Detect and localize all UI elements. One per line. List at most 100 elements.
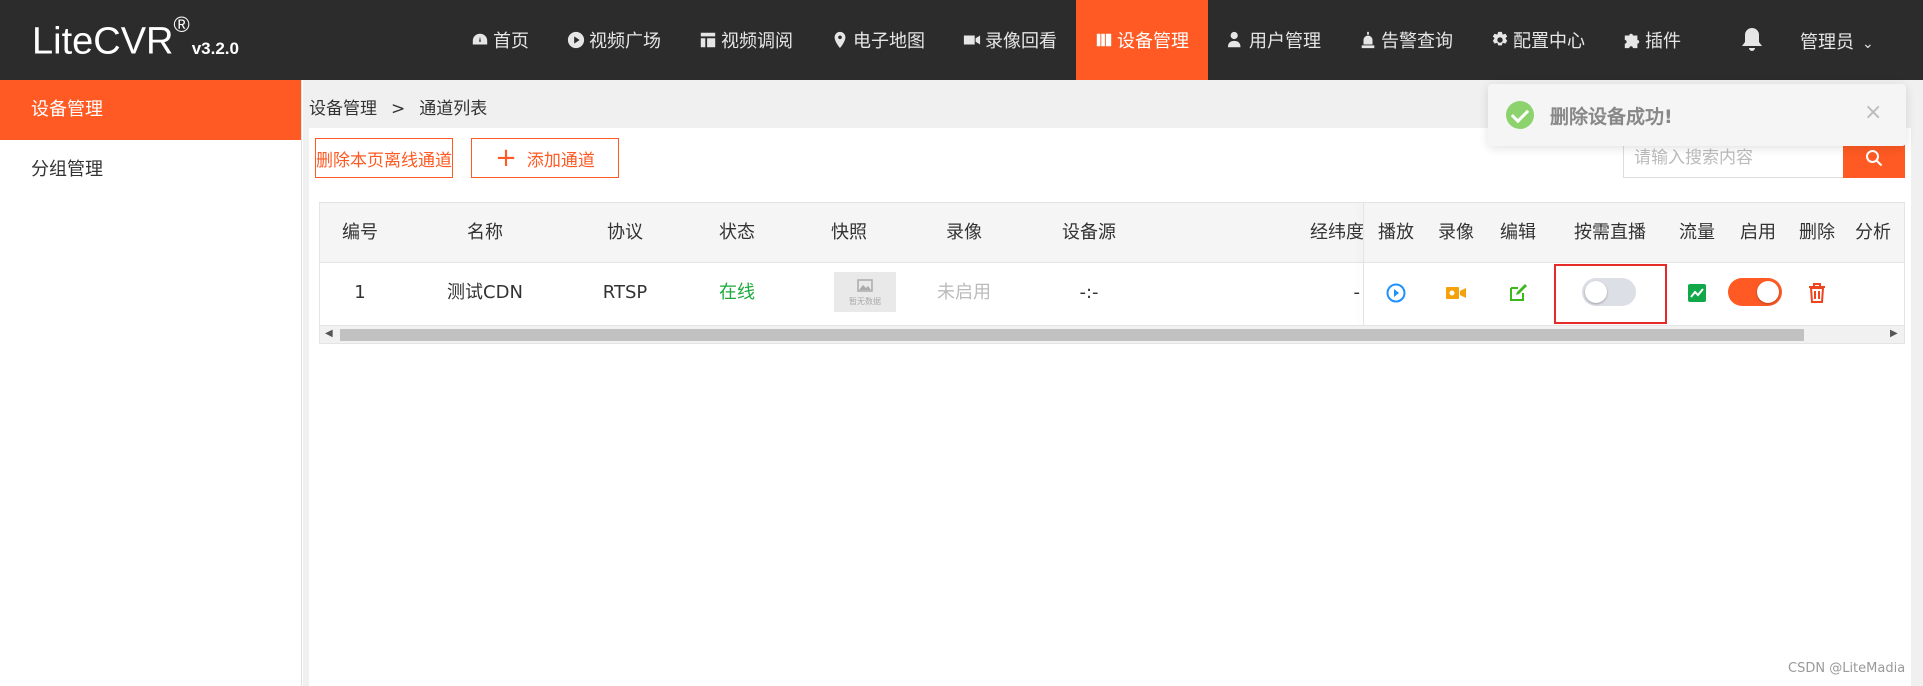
main-area: 设备管理 > 通道列表 删除本页离线通道 + 添加通道 请输入搜索内容 编号 名称 协… — [303, 80, 1923, 686]
nav-home[interactable]: 首页 — [452, 0, 548, 80]
table-row: 1 测试CDN RTSP 在线 暂无数据 未启用 -:- - — [320, 263, 1904, 324]
user-gear-icon — [1227, 31, 1241, 48]
sidebar-item-device-manage[interactable]: 设备管理 — [0, 80, 301, 140]
nav-playback[interactable]: 录像回看 — [944, 0, 1076, 80]
horizontal-scrollbar[interactable]: ◀ ▶ — [320, 325, 1904, 343]
registered-mark: ® — [173, 12, 190, 37]
col-edit: 编辑 — [1500, 222, 1536, 243]
scrollbar-thumb[interactable] — [340, 329, 1804, 341]
cell-status: 在线 — [719, 282, 755, 303]
play-button[interactable] — [1366, 263, 1426, 323]
breadcrumb-separator: > — [391, 99, 406, 119]
enable-toggle[interactable] — [1728, 278, 1782, 306]
nav-label: 视频调阅 — [721, 31, 793, 52]
nav-config-center[interactable]: 配置中心 — [1472, 0, 1604, 80]
nav-label: 插件 — [1645, 31, 1681, 52]
puzzle-icon — [1624, 33, 1640, 49]
nav-label: 配置中心 — [1513, 31, 1585, 52]
nav-device-manage[interactable]: 设备管理 — [1076, 0, 1208, 80]
col-name: 名称 — [467, 222, 503, 243]
close-icon[interactable]: × — [1864, 100, 1882, 125]
snapshot-empty-text: 暂无数据 — [849, 297, 881, 306]
plus-icon: + — [495, 143, 517, 173]
nav-label: 首页 — [493, 31, 529, 52]
col-enable: 启用 — [1740, 222, 1776, 243]
nav-label: 电子地图 — [853, 31, 925, 52]
cell-id: 1 — [354, 282, 366, 303]
col-latlng: 经纬度 — [1310, 222, 1364, 243]
add-channel-label: 添加通道 — [526, 150, 595, 171]
bell-icon[interactable] — [1740, 26, 1764, 54]
top-navbar: LiteCVR®v3.2.0 首页 视频广场 视频调阅 电子地图 录像回看 设备… — [0, 0, 1923, 80]
trash-icon — [1809, 283, 1825, 303]
edit-icon — [1510, 284, 1527, 301]
delete-button[interactable] — [1790, 263, 1844, 323]
nav-label: 视频广场 — [589, 31, 661, 52]
content-panel: 删除本页离线通道 + 添加通道 请输入搜索内容 编号 名称 协议 状态 快照 录像… — [309, 128, 1911, 686]
chart-line-icon — [1688, 284, 1706, 302]
scroll-right-icon[interactable]: ▶ — [1890, 328, 1898, 339]
edit-button[interactable] — [1488, 263, 1548, 323]
play-circle-icon — [567, 31, 585, 49]
cell-source: -:- — [1079, 282, 1099, 303]
col-rec: 录像 — [1438, 222, 1474, 243]
check-circle-icon — [1506, 101, 1534, 129]
nav-user-manage[interactable]: 用户管理 — [1208, 0, 1340, 80]
scroll-left-icon[interactable]: ◀ — [325, 328, 333, 339]
add-channel-button[interactable]: + 添加通道 — [471, 138, 619, 178]
video-camera-icon — [1446, 287, 1466, 299]
nav-label: 用户管理 — [1249, 31, 1321, 52]
user-name: 管理员 — [1800, 32, 1854, 53]
nav-label: 设备管理 — [1117, 31, 1189, 52]
col-protocol: 协议 — [607, 222, 643, 243]
nav-emap[interactable]: 电子地图 — [812, 0, 944, 80]
app-version: v3.2.0 — [191, 38, 239, 58]
nav-video-view[interactable]: 视频调阅 — [680, 0, 812, 80]
snapshot-thumbnail[interactable]: 暂无数据 — [834, 272, 896, 312]
col-record: 录像 — [946, 222, 982, 243]
delete-offline-channels-button[interactable]: 删除本页离线通道 — [315, 138, 453, 178]
map-pin-icon — [834, 31, 846, 49]
video-camera-icon — [963, 35, 981, 45]
col-status: 状态 — [719, 222, 755, 243]
app-name: LiteCVR — [32, 20, 174, 63]
nav-alarm-query[interactable]: 告警查询 — [1340, 0, 1472, 80]
channel-table: 编号 名称 协议 状态 快照 录像 设备源 经纬度 播放 录像 编辑 按需直播 … — [319, 202, 1905, 344]
col-id: 编号 — [342, 222, 378, 243]
alarm-icon — [1361, 31, 1375, 49]
col-ondemand: 按需直播 — [1574, 222, 1646, 243]
user-menu[interactable]: 管理员 ⌄ — [1800, 28, 1874, 54]
traffic-button[interactable] — [1672, 263, 1722, 323]
fixed-column-divider — [1363, 203, 1364, 327]
breadcrumb-device-manage[interactable]: 设备管理 — [309, 99, 377, 119]
col-delete: 删除 — [1799, 222, 1835, 243]
layout-icon — [700, 32, 716, 48]
col-play: 播放 — [1378, 222, 1414, 243]
chevron-down-icon: ⌄ — [1862, 36, 1874, 52]
col-analysis: 分析 — [1855, 222, 1891, 243]
dashboard-icon — [472, 33, 488, 45]
play-circle-icon — [1386, 283, 1406, 303]
sidebar: 设备管理 分组管理 — [0, 80, 302, 686]
toast-message: 删除设备成功! — [1550, 106, 1673, 128]
record-button[interactable] — [1426, 263, 1486, 323]
app-logo[interactable]: LiteCVR®v3.2.0 — [32, 12, 239, 64]
highlight-box — [1554, 264, 1667, 324]
nav-label: 告警查询 — [1381, 31, 1453, 52]
col-source: 设备源 — [1062, 222, 1116, 243]
breadcrumb-channel-list: 通道列表 — [419, 99, 488, 119]
nav-label: 录像回看 — [985, 31, 1057, 52]
toggle-knob — [1757, 281, 1779, 303]
breadcrumb: 设备管理 > 通道列表 — [309, 94, 487, 119]
book-icon — [1096, 33, 1112, 47]
watermark: CSDN @LiteMadia — [1788, 661, 1906, 676]
sidebar-item-group-manage[interactable]: 分组管理 — [0, 140, 301, 200]
search-icon — [1866, 150, 1883, 167]
main-nav: 首页 视频广场 视频调阅 电子地图 录像回看 设备管理 用户管理 告警查询 配置… — [452, 0, 1700, 80]
nav-video-square[interactable]: 视频广场 — [548, 0, 680, 80]
table-header: 编号 名称 协议 状态 快照 录像 设备源 经纬度 播放 录像 编辑 按需直播 … — [320, 203, 1904, 263]
success-toast: 删除设备成功! × — [1488, 84, 1906, 146]
nav-plugins[interactable]: 插件 — [1604, 0, 1700, 80]
cell-latlng: - — [1353, 282, 1361, 303]
gear-icon — [1492, 31, 1508, 46]
